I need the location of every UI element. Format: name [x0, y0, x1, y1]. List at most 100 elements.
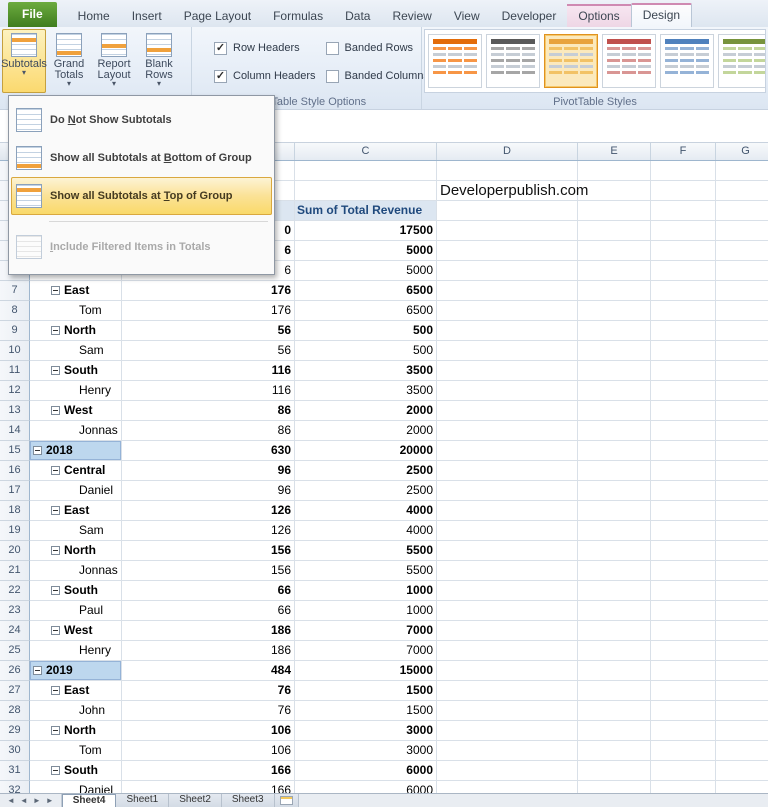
cell-e19[interactable] [578, 521, 651, 541]
collapse-icon[interactable] [51, 406, 60, 415]
cell-e1[interactable] [578, 161, 651, 181]
cell-g2[interactable] [716, 181, 768, 201]
cell-a21[interactable]: Jonnas [30, 561, 122, 581]
cell-b11[interactable]: 116 [122, 361, 295, 381]
cell-f26[interactable] [651, 661, 716, 681]
cell-g24[interactable] [716, 621, 768, 641]
tab-insert[interactable]: Insert [121, 6, 173, 27]
row-header-30[interactable]: 30 [0, 741, 30, 761]
cell-e4[interactable] [578, 221, 651, 241]
cell-d7[interactable] [437, 281, 578, 301]
cell-f3[interactable] [651, 201, 716, 221]
cell-c17[interactable]: 2500 [295, 481, 437, 501]
collapse-icon[interactable] [51, 546, 60, 555]
cell-e17[interactable] [578, 481, 651, 501]
collapse-icon[interactable] [51, 466, 60, 475]
cell-f11[interactable] [651, 361, 716, 381]
last-sheet-icon[interactable]: ► [46, 795, 54, 807]
cell-a15[interactable]: 2018 [30, 441, 122, 461]
cell-f24[interactable] [651, 621, 716, 641]
cell-f16[interactable] [651, 461, 716, 481]
cell-a31[interactable]: South [30, 761, 122, 781]
cell-f21[interactable] [651, 561, 716, 581]
cell-c30[interactable]: 3000 [295, 741, 437, 761]
cell-a29[interactable]: North [30, 721, 122, 741]
cell-b24[interactable]: 186 [122, 621, 295, 641]
cell-g32[interactable] [716, 781, 768, 793]
cell-f1[interactable] [651, 161, 716, 181]
cell-e8[interactable] [578, 301, 651, 321]
row-header-9[interactable]: 9 [0, 321, 30, 341]
collapse-icon[interactable] [51, 286, 60, 295]
cell-d17[interactable] [437, 481, 578, 501]
cell-f32[interactable] [651, 781, 716, 793]
cell-d15[interactable] [437, 441, 578, 461]
cell-b13[interactable]: 86 [122, 401, 295, 421]
cell-d6[interactable] [437, 261, 578, 281]
cell-e16[interactable] [578, 461, 651, 481]
cell-f27[interactable] [651, 681, 716, 701]
cell-g7[interactable] [716, 281, 768, 301]
checkbox-row-headers-box[interactable]: ✓ [214, 42, 227, 55]
tab-review[interactable]: Review [381, 6, 442, 27]
row-header-13[interactable]: 13 [0, 401, 30, 421]
cell-b7[interactable]: 176 [122, 281, 295, 301]
cell-f10[interactable] [651, 341, 716, 361]
row-header-27[interactable]: 27 [0, 681, 30, 701]
row-header-23[interactable]: 23 [0, 601, 30, 621]
cell-a18[interactable]: East [30, 501, 122, 521]
cell-b26[interactable]: 484 [122, 661, 295, 681]
cell-b9[interactable]: 56 [122, 321, 295, 341]
cell-b18[interactable]: 126 [122, 501, 295, 521]
cell-e22[interactable] [578, 581, 651, 601]
cell-c1[interactable] [295, 161, 437, 181]
subtotals-button[interactable]: Subtotals [2, 29, 46, 93]
cell-a25[interactable]: Henry [30, 641, 122, 661]
cell-f8[interactable] [651, 301, 716, 321]
cell-c32[interactable]: 6000 [295, 781, 437, 793]
cell-a20[interactable]: North [30, 541, 122, 561]
cell-e10[interactable] [578, 341, 651, 361]
cell-b17[interactable]: 96 [122, 481, 295, 501]
collapse-icon[interactable] [33, 666, 42, 675]
cell-g14[interactable] [716, 421, 768, 441]
cell-f28[interactable] [651, 701, 716, 721]
first-sheet-icon[interactable]: ◄ [7, 795, 15, 807]
cell-g18[interactable] [716, 501, 768, 521]
cell-c5[interactable]: 5000 [295, 241, 437, 261]
cell-g20[interactable] [716, 541, 768, 561]
cell-g12[interactable] [716, 381, 768, 401]
cell-c29[interactable]: 3000 [295, 721, 437, 741]
checkbox-banded-columns-box[interactable] [326, 70, 339, 83]
cell-f14[interactable] [651, 421, 716, 441]
cell-e31[interactable] [578, 761, 651, 781]
cell-b10[interactable]: 56 [122, 341, 295, 361]
cell-g30[interactable] [716, 741, 768, 761]
cell-g13[interactable] [716, 401, 768, 421]
cell-g17[interactable] [716, 481, 768, 501]
cell-d25[interactable] [437, 641, 578, 661]
cell-e11[interactable] [578, 361, 651, 381]
cell-g1[interactable] [716, 161, 768, 181]
cell-e14[interactable] [578, 421, 651, 441]
cell-f19[interactable] [651, 521, 716, 541]
row-header-11[interactable]: 11 [0, 361, 30, 381]
collapse-icon[interactable] [51, 366, 60, 375]
cell-d13[interactable] [437, 401, 578, 421]
blank-rows-button[interactable]: BlankRows [137, 29, 181, 93]
collapse-icon[interactable] [51, 326, 60, 335]
cell-g22[interactable] [716, 581, 768, 601]
row-header-26[interactable]: 26 [0, 661, 30, 681]
cell-b20[interactable]: 156 [122, 541, 295, 561]
cell-b30[interactable]: 106 [122, 741, 295, 761]
cell-c20[interactable]: 5500 [295, 541, 437, 561]
cell-c7[interactable]: 6500 [295, 281, 437, 301]
pivot-style-red[interactable] [602, 34, 656, 88]
cell-g31[interactable] [716, 761, 768, 781]
cell-f18[interactable] [651, 501, 716, 521]
cell-d26[interactable] [437, 661, 578, 681]
tab-view[interactable]: View [443, 6, 491, 27]
cell-d5[interactable] [437, 241, 578, 261]
cell-a19[interactable]: Sam [30, 521, 122, 541]
cell-d28[interactable] [437, 701, 578, 721]
